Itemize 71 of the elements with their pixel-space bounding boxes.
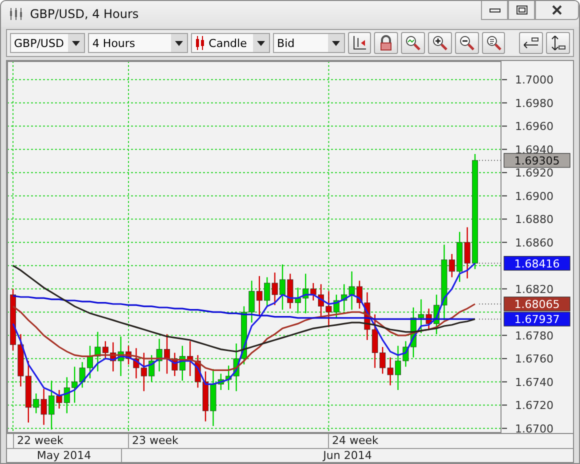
price-axis-label: 1.6760 — [515, 352, 554, 366]
month-label: Jun 2014 — [322, 449, 373, 462]
leader-line — [478, 262, 502, 264]
lock-button[interactable] — [374, 32, 398, 54]
zoom-chart-button[interactable] — [401, 32, 425, 54]
price-axis-label: 1.6920 — [515, 166, 554, 180]
symbol-dropdown[interactable]: GBP/USD — [10, 33, 86, 53]
axis-button[interactable] — [348, 32, 372, 54]
candlestick — [126, 346, 132, 364]
close-icon — [551, 5, 563, 15]
price-dropdown[interactable]: Bid — [273, 33, 344, 53]
price-marker-label: 1.68416 — [514, 257, 560, 270]
chart-type-dropdown[interactable]: Candle — [190, 33, 270, 53]
candlestick — [395, 346, 401, 390]
candlestick — [241, 306, 247, 364]
price-axis-label: 1.6960 — [515, 120, 554, 134]
candlestick — [356, 280, 362, 309]
price-axis-label: 1.6820 — [515, 282, 554, 296]
candlestick — [280, 264, 286, 310]
candlestick — [318, 284, 324, 317]
scale-horizontal-button[interactable] — [519, 32, 544, 54]
price-axis-label: 1.6900 — [515, 190, 554, 203]
candlestick — [164, 334, 170, 374]
week-label: 24 week — [328, 434, 378, 448]
leader-line — [478, 318, 502, 320]
magnifier-icon — [486, 35, 502, 51]
caret-icon — [332, 40, 340, 46]
axis-icon — [351, 35, 368, 51]
magnifier-icon — [405, 35, 422, 51]
leader-line — [478, 303, 502, 304]
price-axis-label: 1.6720 — [515, 399, 554, 412]
price-axis-label: 1.6780 — [515, 329, 554, 342]
leader-line — [478, 160, 502, 161]
vertical-arrow-icon — [550, 35, 566, 51]
price-axis-label: 1.7000 — [515, 74, 554, 87]
price-axis-label: 1.6740 — [515, 376, 554, 389]
zoom-fit-button[interactable] — [482, 32, 506, 54]
close-button[interactable] — [535, 1, 579, 20]
caret-icon — [72, 40, 80, 46]
minimize-button[interactable] — [481, 1, 508, 20]
caret-icon — [257, 40, 266, 46]
zoom-in-button[interactable] — [428, 32, 452, 54]
caret-icon — [174, 40, 183, 46]
maximize-icon — [516, 5, 528, 15]
zoom-out-icon — [458, 35, 475, 51]
candlestick — [48, 380, 54, 430]
price-axis-label: 1.6980 — [515, 96, 554, 110]
price-marker-label: 1.69305 — [514, 154, 560, 168]
zoom-out-button[interactable] — [454, 32, 479, 54]
month-label: May 2014 — [7, 449, 122, 462]
price-axis-label: 1.6860 — [515, 236, 554, 250]
scale-vertical-button[interactable] — [546, 32, 570, 54]
candlestick — [87, 346, 93, 378]
price-axis-label: 1.6940 — [515, 143, 554, 156]
week-label: 22 week — [13, 434, 64, 448]
candlestick-icon — [9, 7, 23, 21]
candlestick — [434, 294, 440, 334]
period-dropdown[interactable]: 4 Hours — [88, 33, 188, 53]
candlestick — [202, 371, 208, 422]
price-marker-label: 1.68065 — [514, 298, 560, 311]
lock-icon — [378, 35, 394, 51]
horizontal-arrows-icon — [523, 35, 540, 51]
candle-icon — [194, 36, 205, 50]
price-marker-label: 1.67937 — [514, 313, 560, 326]
maximize-button[interactable] — [508, 1, 535, 20]
price-axis-label: 1.6880 — [515, 213, 554, 226]
window-title: GBP/USD, 4 Hours — [30, 7, 139, 21]
zoom-in-icon — [432, 35, 448, 51]
candlestick — [10, 288, 16, 350]
price-axis-label: 1.6700 — [515, 422, 554, 433]
week-label: 23 week — [128, 434, 178, 448]
